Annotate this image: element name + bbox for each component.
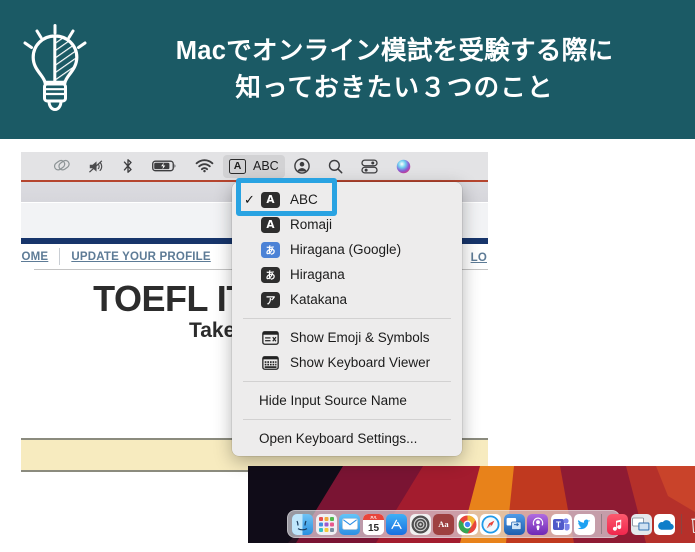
lightbulb-icon	[0, 0, 110, 139]
menu-label-show-emoji-symbols: Show Emoji & Symbols	[290, 330, 430, 345]
svg-text:T: T	[556, 521, 561, 530]
menu-item-katakana[interactable]: ア Katakana	[232, 287, 462, 312]
control-center-icon[interactable]	[352, 155, 387, 177]
site-nav-right: LO	[471, 248, 487, 266]
dock-screenshot: JUL 15 Aa T	[248, 466, 695, 543]
safari-icon[interactable]	[480, 513, 501, 535]
menu-label-katakana: Katakana	[290, 292, 348, 307]
macos-dock[interactable]: JUL 15 Aa T	[287, 510, 695, 538]
checkmark-icon: ✓	[244, 191, 255, 207]
app-store-icon[interactable]	[386, 513, 407, 535]
input-chip-katakana: ア	[261, 291, 280, 308]
finder-icon[interactable]	[292, 513, 313, 535]
screen-sharing-icon[interactable]	[630, 513, 652, 535]
nav-divider	[59, 248, 61, 265]
battery-charging-icon[interactable]	[143, 155, 186, 177]
dictionary-icon[interactable]: Aa	[433, 513, 454, 535]
menu-item-hiragana[interactable]: あ Hiragana	[232, 262, 462, 287]
nav-link-update-profile[interactable]: UPDATE YOUR PROFILE	[71, 251, 210, 263]
onedrive-icon[interactable]	[654, 513, 675, 535]
mail-icon[interactable]	[339, 513, 360, 535]
svg-text:JUL: JUL	[369, 515, 377, 519]
title-banner: Macでオンライン模試を受験する際に 知っておきたい３つのこと	[0, 0, 695, 139]
input-chip-abc: A	[261, 191, 280, 208]
emoji-symbols-icon	[261, 330, 280, 345]
dictionary-glyph: Aa	[438, 519, 449, 529]
keyboard-viewer-icon	[261, 355, 280, 370]
banner-title: Macでオンライン模試を受験する際に 知っておきたい３つのこと	[110, 33, 695, 105]
input-chip-romaji: A	[261, 216, 280, 233]
menu-item-romaji[interactable]: A Romaji	[232, 212, 462, 237]
menu-item-hiragana-google[interactable]: あ Hiragana (Google)	[232, 237, 462, 262]
input-source-chip: A	[229, 158, 246, 174]
input-source-menu[interactable]: A ABC	[223, 154, 285, 178]
chrome-icon[interactable]	[456, 513, 478, 535]
menu-label-abc: ABC	[290, 192, 318, 207]
siri-icon[interactable]	[387, 155, 420, 177]
menu-item-open-keyboard-settings[interactable]: Open Keyboard Settings...	[232, 426, 462, 451]
site-nav-left: HOME UPDATE YOUR PROFILE	[21, 248, 211, 265]
dock-divider	[600, 514, 602, 534]
trash-icon[interactable]	[687, 514, 695, 535]
menu-item-abc[interactable]: ✓ A ABC	[232, 187, 462, 212]
menu-item-hide-input-source-name[interactable]: Hide Input Source Name	[232, 388, 462, 413]
safari-dark-icon[interactable]	[409, 513, 431, 535]
menu-label-hide-input-source-name: Hide Input Source Name	[259, 393, 407, 408]
menu-label-open-keyboard-settings: Open Keyboard Settings...	[259, 431, 418, 446]
menu-separator	[243, 419, 451, 420]
banner-title-line2: 知っておきたい３つのこと	[235, 73, 554, 102]
menu-item-show-keyboard-viewer[interactable]: Show Keyboard Viewer	[232, 350, 462, 375]
calendar-icon[interactable]: JUL 15	[362, 513, 384, 535]
bluetooth-icon[interactable]	[113, 155, 143, 177]
menu-item-show-emoji-symbols[interactable]: Show Emoji & Symbols	[232, 325, 462, 350]
screenshot-root: Macでオンライン模試を受験する際に 知っておきたい３つのこと A ABC OM…	[0, 0, 695, 552]
menu-label-show-keyboard-viewer: Show Keyboard Viewer	[290, 355, 431, 370]
user-account-icon[interactable]	[285, 155, 319, 177]
dock-divider	[680, 514, 682, 534]
banner-title-line1: Macでオンライン模試を受験する際に	[175, 37, 614, 66]
spotlight-search-icon[interactable]	[319, 155, 352, 177]
volume-muted-icon[interactable]	[79, 155, 113, 177]
menu-label-romaji: Romaji	[290, 217, 333, 232]
wifi-icon[interactable]	[186, 155, 223, 177]
creative-cloud-icon[interactable]	[43, 155, 79, 177]
mac-menu-bar: A ABC	[21, 152, 488, 180]
menu-label-hiragana: Hiragana	[290, 267, 345, 282]
twitter-icon[interactable]	[574, 513, 595, 535]
launchpad-icon[interactable]	[315, 513, 337, 535]
teams-icon[interactable]: T	[550, 513, 572, 535]
menu-label-hiragana-google: Hiragana (Google)	[290, 242, 402, 257]
svg-text:15: 15	[367, 523, 379, 534]
music-icon[interactable]	[607, 513, 628, 535]
input-source-label: ABC	[253, 159, 279, 173]
nav-link-logout[interactable]: LO	[471, 252, 487, 264]
remote-desktop-icon[interactable]	[503, 513, 525, 535]
input-chip-hiragana: あ	[261, 266, 280, 283]
podcasts-icon[interactable]	[527, 513, 548, 535]
menu-separator	[243, 318, 451, 319]
input-chip-hiragana-google: あ	[261, 241, 280, 258]
input-source-dropdown[interactable]: ✓ A ABC A Romaji あ Hiragana (Google) あ H…	[232, 182, 462, 456]
menu-separator	[243, 381, 451, 382]
nav-link-home[interactable]: HOME	[21, 251, 48, 263]
